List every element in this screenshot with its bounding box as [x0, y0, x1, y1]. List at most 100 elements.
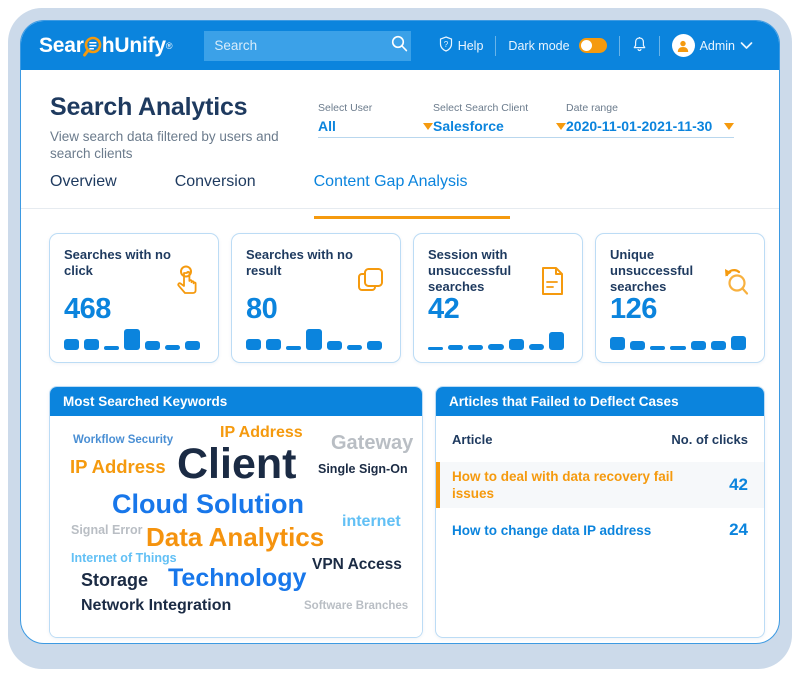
help-button[interactable]: ? Help: [427, 36, 496, 55]
notifications-button[interactable]: [620, 36, 659, 56]
filter-value: 2020-11-01-2021-11-30: [566, 118, 713, 134]
caret-down-icon[interactable]: [724, 122, 734, 130]
logo-text-right: hUnify: [101, 33, 166, 57]
table-row[interactable]: How to deal with data recovery fail issu…: [436, 462, 764, 508]
article-title: How to change data IP address: [452, 522, 652, 538]
keyword-word[interactable]: Software Branches: [304, 600, 408, 613]
sparkline-chart: [428, 328, 564, 350]
keyword-word[interactable]: VPN Access: [312, 557, 402, 573]
filter-control[interactable]: All: [318, 118, 433, 138]
stat-card-value: 80: [246, 293, 278, 325]
keyword-word[interactable]: Gateway: [331, 433, 413, 453]
column-header-article: Article: [452, 431, 493, 447]
stat-cards: Searches with no click 468 Searches with…: [49, 233, 765, 363]
keyword-word[interactable]: Internet of Things: [71, 552, 177, 565]
stat-card-title: Unique unsuccessful searches: [610, 247, 694, 294]
copy-pages-icon: [353, 264, 387, 298]
keyword-word[interactable]: Single Sign-On: [318, 463, 408, 476]
stat-card-value: 468: [64, 293, 111, 325]
keyword-word[interactable]: internet: [342, 514, 401, 530]
global-search-box[interactable]: [204, 30, 412, 61]
keyword-word[interactable]: Network Integration: [81, 598, 231, 614]
caret-down-icon[interactable]: [423, 122, 433, 130]
help-label: Help: [457, 38, 484, 53]
refresh-search-icon: [717, 264, 751, 298]
analytics-panels: Most Searched Keywords Workflow Security…: [49, 386, 765, 638]
stat-card-title: Searches with no click: [64, 247, 171, 278]
app-window: Sear hUnify ® Search ? Help Dark mode Ad…: [20, 20, 780, 644]
page-subtitle: View search data filtered by users and s…: [50, 129, 279, 161]
top-navigation-bar: Sear hUnify ® Search ? Help Dark mode Ad…: [21, 21, 779, 70]
bell-icon[interactable]: [632, 36, 647, 56]
logo-text-left: Sear: [39, 33, 84, 57]
article-clicks: 24: [729, 520, 748, 539]
filter-value: Salesforce: [433, 118, 504, 134]
account-label: Admin: [699, 38, 735, 53]
stat-card-searches-with-no-click[interactable]: Searches with no click 468: [49, 233, 219, 363]
page-title: Search Analytics: [50, 93, 248, 121]
svg-text:?: ?: [443, 40, 448, 49]
filter-control[interactable]: 2020-11-01-2021-11-30: [566, 118, 734, 138]
filter-label: Date range: [566, 102, 618, 114]
keyword-word[interactable]: Technology: [168, 566, 306, 591]
tab-conversion[interactable]: Conversion: [175, 173, 280, 208]
keyword-word[interactable]: Cloud Solution: [112, 491, 304, 518]
account-menu[interactable]: Admin: [660, 34, 765, 57]
stat-card-title: Session with unsuccessful searches: [428, 247, 512, 294]
keyword-word[interactable]: Storage: [81, 571, 148, 589]
page-header: Search Analytics View search data filter…: [21, 70, 779, 170]
search-input[interactable]: [214, 38, 392, 53]
panel-title: Most Searched Keywords: [50, 387, 422, 416]
keyword-word[interactable]: IP Address: [70, 457, 166, 477]
help-shield-icon: ?: [439, 36, 453, 55]
caret-down-icon[interactable]: [556, 122, 566, 130]
article-title: How to deal with data recovery fail issu…: [452, 469, 674, 501]
filter-bar: Select User All Select Search Client Sal…: [318, 102, 734, 138]
keyword-word[interactable]: Signal Error: [71, 524, 143, 537]
app-frame: Sear hUnify ® Search ? Help Dark mode Ad…: [8, 8, 792, 669]
sparkline-chart: [246, 328, 382, 350]
filter-control[interactable]: Salesforce: [433, 118, 566, 138]
tab-overview[interactable]: Overview: [50, 173, 141, 208]
logo-registered-mark: ®: [165, 40, 173, 51]
document-icon: [535, 264, 569, 298]
stat-card-searches-with-no-result[interactable]: Searches with no result 80: [231, 233, 401, 363]
table-header-row: Article No. of clicks: [436, 416, 764, 462]
table-row[interactable]: How to change data IP address 24: [436, 508, 764, 552]
search-icon[interactable]: [391, 35, 408, 57]
column-header-clicks: No. of clicks: [671, 431, 748, 447]
searchunify-logo[interactable]: Sear hUnify ®: [39, 33, 173, 58]
stat-card-title: Searches with no result: [246, 247, 353, 278]
keyword-word[interactable]: Data Analytics: [146, 524, 324, 550]
sparkline-chart: [610, 328, 746, 350]
dark-mode-label: Dark mode: [508, 38, 570, 53]
most-searched-keywords-panel: Most Searched Keywords Workflow Security…: [49, 386, 423, 638]
filter-label: Select Search Client: [433, 102, 529, 114]
click-hand-icon: [171, 264, 205, 298]
failed-articles-panel: Articles that Failed to Deflect Cases Ar…: [435, 386, 765, 638]
tab-bar: Overview Conversion Content Gap Analysis: [21, 173, 779, 219]
magnifier-logo-icon: [82, 35, 102, 57]
word-cloud: Workflow Security IP Address Gateway IP Add…: [50, 416, 422, 637]
topbar-actions: ? Help Dark mode Admin: [427, 34, 765, 57]
toggle-knob: [580, 40, 592, 51]
dark-mode-switch[interactable]: [578, 38, 607, 53]
stat-card-value: 126: [610, 293, 657, 325]
user-avatar-icon: [671, 34, 695, 57]
tab-content-gap-analysis[interactable]: Content Gap Analysis: [313, 173, 510, 219]
sparkline-chart: [64, 328, 200, 350]
stat-card-session-with-unsuccessful-searches[interactable]: Session with unsuccessful searches 42: [413, 233, 583, 363]
dark-mode-toggle[interactable]: Dark mode: [496, 38, 618, 53]
filter-label: Select User: [318, 102, 373, 114]
keyword-word[interactable]: IP Address: [220, 425, 303, 441]
article-clicks: 42: [729, 475, 748, 494]
filter-select-user[interactable]: Select User All: [318, 102, 433, 138]
panel-title: Articles that Failed to Deflect Cases: [436, 387, 764, 416]
stat-card-unique-unsuccessful-searches[interactable]: Unique unsuccessful searches 126: [595, 233, 765, 363]
keyword-word[interactable]: Client: [177, 443, 296, 486]
chevron-down-icon[interactable]: [740, 39, 753, 53]
stat-card-value: 42: [428, 293, 460, 325]
filter-date-range[interactable]: Date range 2020-11-01-2021-11-30: [566, 102, 734, 138]
filter-select-search-client[interactable]: Select Search Client Salesforce: [433, 102, 566, 138]
keyword-word[interactable]: Workflow Security: [73, 434, 173, 447]
